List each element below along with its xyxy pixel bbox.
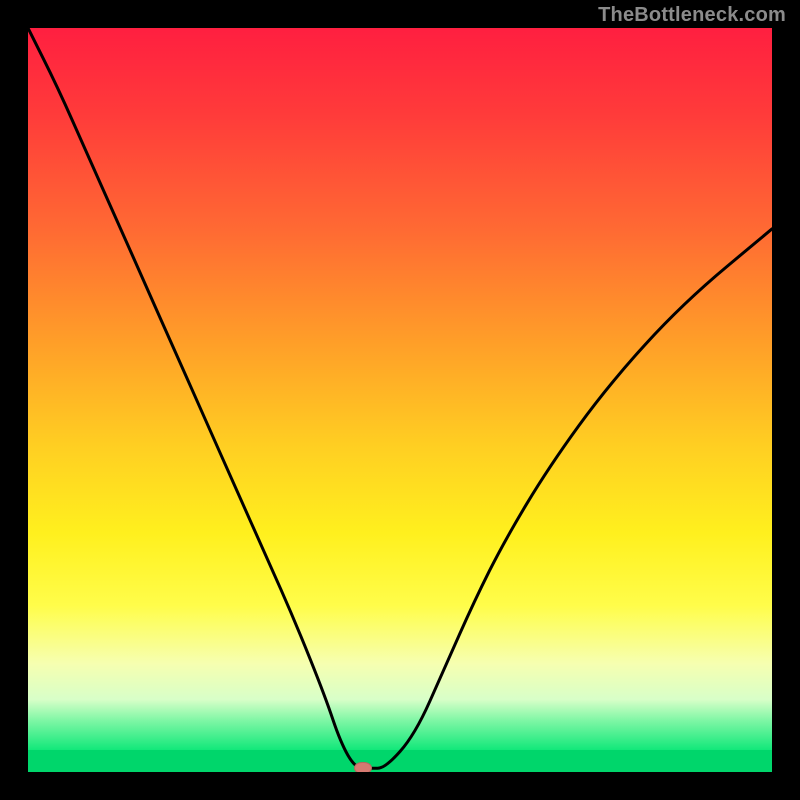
watermark-text: TheBottleneck.com [598,4,786,27]
chart-frame: TheBottleneck.com [0,0,800,800]
plot-area [28,28,772,772]
bottleneck-curve-path [28,28,772,768]
curve-svg [28,28,772,772]
optimum-marker [354,762,372,772]
